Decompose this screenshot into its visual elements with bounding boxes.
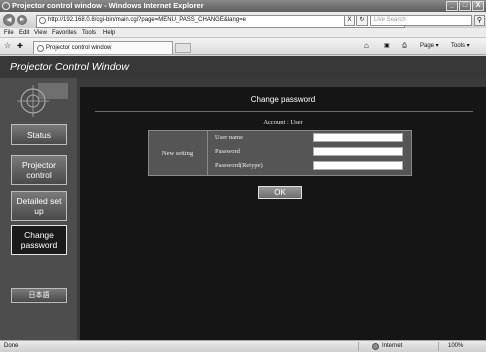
forward-button[interactable]: ►: [17, 15, 27, 25]
tab-title: Projector control window: [46, 45, 112, 51]
page-title: Change password: [250, 95, 316, 104]
window-title: Projector control window - Windows Inter…: [12, 1, 204, 10]
nav-japanese-button[interactable]: 日本語: [11, 288, 67, 303]
password-retype-label: Password(Retype): [215, 162, 263, 169]
ie-logo-icon: [2, 2, 10, 10]
maximize-button[interactable]: □: [459, 1, 471, 11]
zoom-level[interactable]: 100%: [448, 341, 463, 352]
username-label: User name: [215, 134, 243, 141]
window-title-bar: Projector control window - Windows Inter…: [0, 0, 486, 12]
favorites-star-icon[interactable]: ☆: [4, 41, 11, 50]
internet-zone-icon: [372, 343, 379, 350]
nav-projector-control-button[interactable]: Projector control: [11, 155, 67, 185]
back-button[interactable]: ◄: [3, 14, 15, 26]
menu-bar: File Edit View Favorites Tools Help: [0, 28, 486, 38]
tools-menu[interactable]: Tools ▾: [451, 42, 470, 51]
username-input[interactable]: [313, 133, 403, 142]
ok-button[interactable]: OK: [258, 186, 302, 199]
address-toolbar: ◄ ► http://192.168.0.8/cgi-bin/main.cgi?…: [0, 12, 486, 28]
page-menu[interactable]: Page ▾: [420, 42, 439, 51]
title-divider: [95, 111, 473, 112]
nav-status-button[interactable]: Status: [11, 124, 67, 145]
new-tab-button[interactable]: [175, 43, 191, 53]
search-input[interactable]: Live Search: [370, 15, 472, 26]
menu-tools[interactable]: Tools: [82, 29, 96, 37]
password-label: Password: [215, 148, 240, 155]
tab-bar: ☆ ✚ Projector control window ⌂ ▣ ⎙ Page …: [0, 38, 486, 55]
search-icon[interactable]: ⚲: [474, 15, 485, 26]
menu-view[interactable]: View: [34, 29, 47, 37]
account-value: User: [290, 119, 303, 126]
menu-edit[interactable]: Edit: [19, 29, 29, 37]
menu-favorites[interactable]: Favorites: [52, 29, 77, 37]
close-button[interactable]: X: [472, 1, 484, 11]
status-text: Done: [4, 343, 19, 349]
tab-projector-control[interactable]: Projector control window: [33, 41, 173, 54]
refresh-button[interactable]: ↻: [356, 15, 368, 26]
menu-file[interactable]: File: [4, 29, 14, 37]
app-header: Projector Control Window: [0, 56, 486, 78]
new-setting-label: New setting: [148, 130, 208, 176]
account-label: Account: [263, 119, 286, 126]
projector-lens-icon: [17, 83, 68, 117]
tab-page-icon: [37, 45, 44, 52]
status-bar: Done Internet 100%: [0, 340, 486, 352]
print-icon[interactable]: ⎙: [402, 42, 407, 51]
security-zone: Internet: [382, 343, 403, 349]
stop-button[interactable]: X: [344, 15, 355, 26]
account-separator: :: [286, 119, 289, 126]
menu-help[interactable]: Help: [103, 29, 115, 37]
status-divider: [438, 342, 439, 351]
password-input[interactable]: [313, 147, 403, 156]
nav-detailed-setup-button[interactable]: Detailed set up: [11, 191, 67, 221]
account-line: Account : User: [80, 118, 486, 127]
address-url: http://192.168.0.8/cgi-bin/main.cgi?page…: [48, 17, 247, 23]
page-icon: [39, 17, 46, 24]
password-retype-input[interactable]: [313, 161, 403, 170]
home-icon[interactable]: ⌂: [364, 41, 369, 50]
feeds-icon[interactable]: ▣: [384, 42, 390, 51]
minimize-button[interactable]: _: [446, 1, 458, 11]
add-favorites-icon[interactable]: ✚: [17, 42, 23, 51]
nav-change-password-button[interactable]: Change password: [11, 225, 67, 255]
status-divider: [358, 342, 359, 351]
